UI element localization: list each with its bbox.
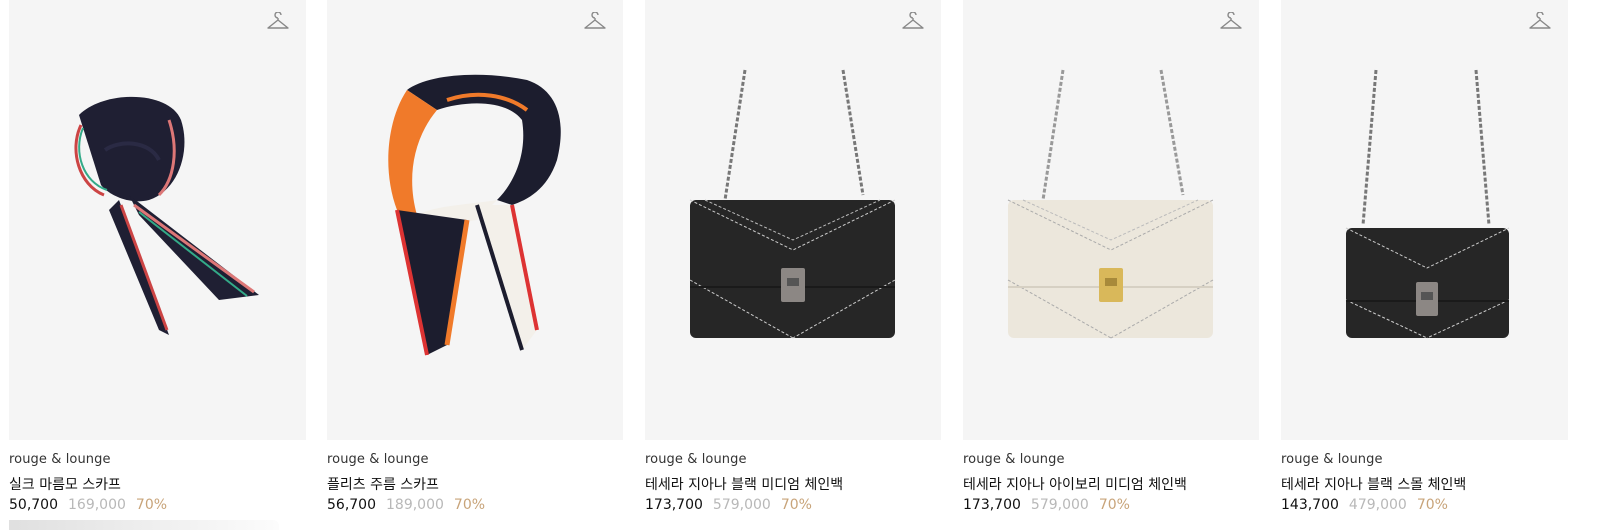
- original-price: 579,000: [1030, 497, 1089, 513]
- bag-image: [1345, 69, 1510, 339]
- product-prices: 143,700 479,000 70%: [1281, 497, 1448, 513]
- product-brand: rouge & lounge: [327, 452, 429, 467]
- hanger-icon[interactable]: [1528, 12, 1552, 34]
- scarf-image: [74, 96, 259, 335]
- product-image-bag[interactable]: [1281, 0, 1568, 440]
- product-card[interactable]: rouge & lounge 실크 마름모 스카프 50,700 169,000 7…: [9, 0, 306, 530]
- product-name[interactable]: 테세라 지아나 블랙 스몰 체인백: [1281, 474, 1466, 494]
- product-name[interactable]: 테세라 지아나 블랙 미디엄 체인백: [645, 474, 843, 494]
- discount-rate: 70%: [1098, 497, 1130, 513]
- sale-price: 173,700: [645, 497, 703, 513]
- product-grid: rouge & lounge 실크 마름모 스카프 50,700 169,000 7…: [0, 0, 1600, 530]
- bag-image: [689, 69, 896, 339]
- original-price: 189,000: [386, 497, 444, 513]
- product-card[interactable]: rouge & lounge 테세라 지아나 블랙 미디엄 체인백 173,70…: [645, 0, 941, 530]
- sale-price: 143,700: [1281, 497, 1339, 513]
- product-image-scarf[interactable]: [327, 0, 623, 440]
- product-prices: 56,700 189,000 70%: [327, 497, 485, 513]
- product-image-bag[interactable]: [963, 0, 1259, 440]
- hanger-icon[interactable]: [266, 12, 290, 34]
- product-prices: 173,700 579,000 70%: [963, 497, 1130, 513]
- hanger-icon[interactable]: [1219, 12, 1243, 34]
- product-name[interactable]: 실크 마름모 스카프: [9, 474, 121, 494]
- product-image-bag[interactable]: [645, 0, 941, 440]
- product-card[interactable]: rouge & lounge 테세라 지아나 아이보리 미디엄 체인백 173,…: [963, 0, 1259, 530]
- scroll-shadow: [9, 520, 279, 530]
- product-card[interactable]: rouge & lounge 테세라 지아나 블랙 스몰 체인백 143,700…: [1281, 0, 1600, 530]
- hanger-icon[interactable]: [583, 12, 607, 34]
- original-price: 579,000: [712, 497, 771, 513]
- product-brand: rouge & lounge: [1281, 452, 1383, 467]
- discount-rate: 70%: [780, 497, 812, 513]
- discount-rate: 70%: [1416, 497, 1448, 513]
- discount-rate: 70%: [453, 497, 486, 513]
- sale-price: 50,700: [9, 497, 58, 513]
- original-price: 479,000: [1348, 497, 1407, 513]
- bag-image: [1007, 69, 1214, 339]
- product-brand: rouge & lounge: [645, 452, 747, 467]
- product-brand: rouge & lounge: [963, 452, 1065, 467]
- discount-rate: 70%: [135, 497, 168, 513]
- scarf-image: [388, 74, 561, 356]
- sale-price: 56,700: [327, 497, 376, 513]
- product-prices: 50,700 169,000 70%: [9, 497, 167, 513]
- product-image-scarf[interactable]: [9, 0, 306, 440]
- product-name[interactable]: 테세라 지아나 아이보리 미디엄 체인백: [963, 474, 1187, 494]
- product-brand: rouge & lounge: [9, 452, 111, 467]
- sale-price: 173,700: [963, 497, 1021, 513]
- hanger-icon[interactable]: [901, 12, 925, 34]
- product-prices: 173,700 579,000 70%: [645, 497, 812, 513]
- original-price: 169,000: [68, 497, 126, 513]
- product-name[interactable]: 플리츠 주름 스카프: [327, 474, 439, 494]
- product-card[interactable]: rouge & lounge 플리츠 주름 스카프 56,700 189,000 7…: [327, 0, 623, 530]
